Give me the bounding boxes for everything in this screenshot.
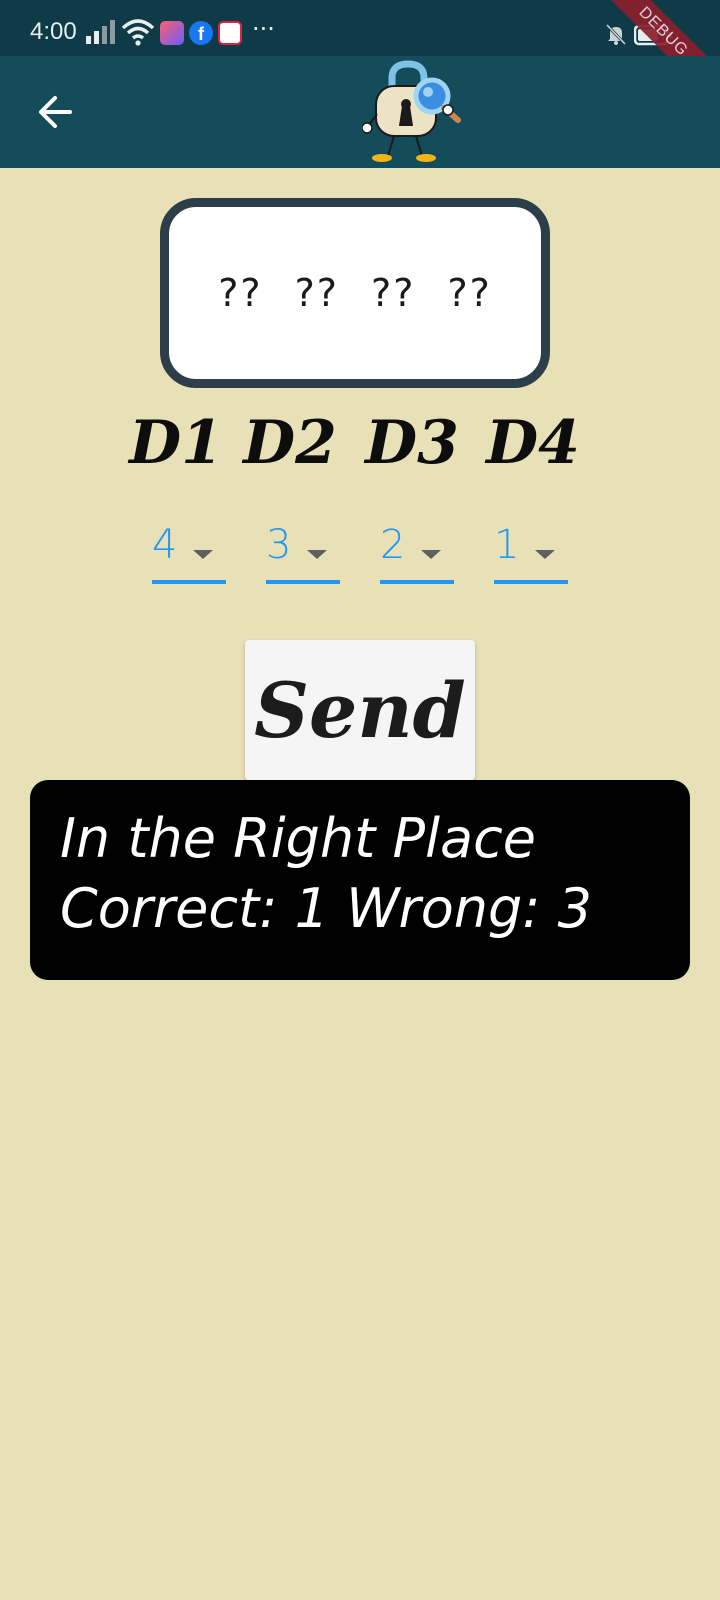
secret-code-display: ?? ?? ?? ?? (160, 198, 550, 388)
result-panel: In the Right Place Correct: 1 Wrong: 3 (30, 780, 690, 980)
dropdown-arrow-icon (421, 550, 441, 559)
digit-dropdown-d4[interactable]: 1 (494, 520, 568, 584)
digit-label-d2: D2 (243, 408, 337, 478)
digit-dropdown-d1[interactable]: 4 (152, 520, 226, 584)
digit-label-d1: D1 (129, 408, 223, 478)
digit-dropdown-d2[interactable]: 3 (266, 520, 340, 584)
dropdown-underline (152, 580, 226, 584)
status-time: 4:00 (30, 18, 77, 45)
dropdown-value: 2 (380, 522, 406, 568)
dropdown-underline (494, 580, 568, 584)
dropdown-arrow-icon (193, 550, 213, 559)
send-button[interactable]: Send (245, 640, 475, 780)
result-line-1: In the Right Place (60, 807, 537, 870)
digit-label-d4: D4 (486, 408, 580, 478)
status-bar: 4:00 f ··· DEBUG (0, 0, 720, 110)
more-icon: ··· (252, 15, 275, 43)
dropdown-arrow-icon (307, 550, 327, 559)
secret-code-text: ?? ?? ?? ?? (218, 271, 492, 315)
wifi-icon (121, 19, 155, 46)
arrow-left-icon (39, 96, 72, 128)
dropdown-underline (380, 580, 454, 584)
facebook-icon: f (189, 21, 213, 45)
app-badge-icon (160, 21, 184, 45)
digit-label-d3: D3 (365, 408, 459, 478)
mute-icon (605, 23, 627, 46)
dropdown-underline (266, 580, 340, 584)
signal-icon (86, 20, 115, 44)
result-line-2: Correct: 1 Wrong: 3 (60, 877, 593, 940)
dropdown-value: 1 (494, 522, 520, 568)
dropdown-arrow-icon (535, 550, 555, 559)
digit-dropdown-d3[interactable]: 2 (380, 520, 454, 584)
app-bar (0, 56, 720, 168)
dropdown-value: 3 (266, 522, 292, 568)
app-badge-icon (218, 21, 242, 45)
back-button[interactable] (24, 84, 84, 140)
dropdown-value: 4 (152, 522, 178, 568)
lock-detective-mascot (362, 60, 461, 162)
